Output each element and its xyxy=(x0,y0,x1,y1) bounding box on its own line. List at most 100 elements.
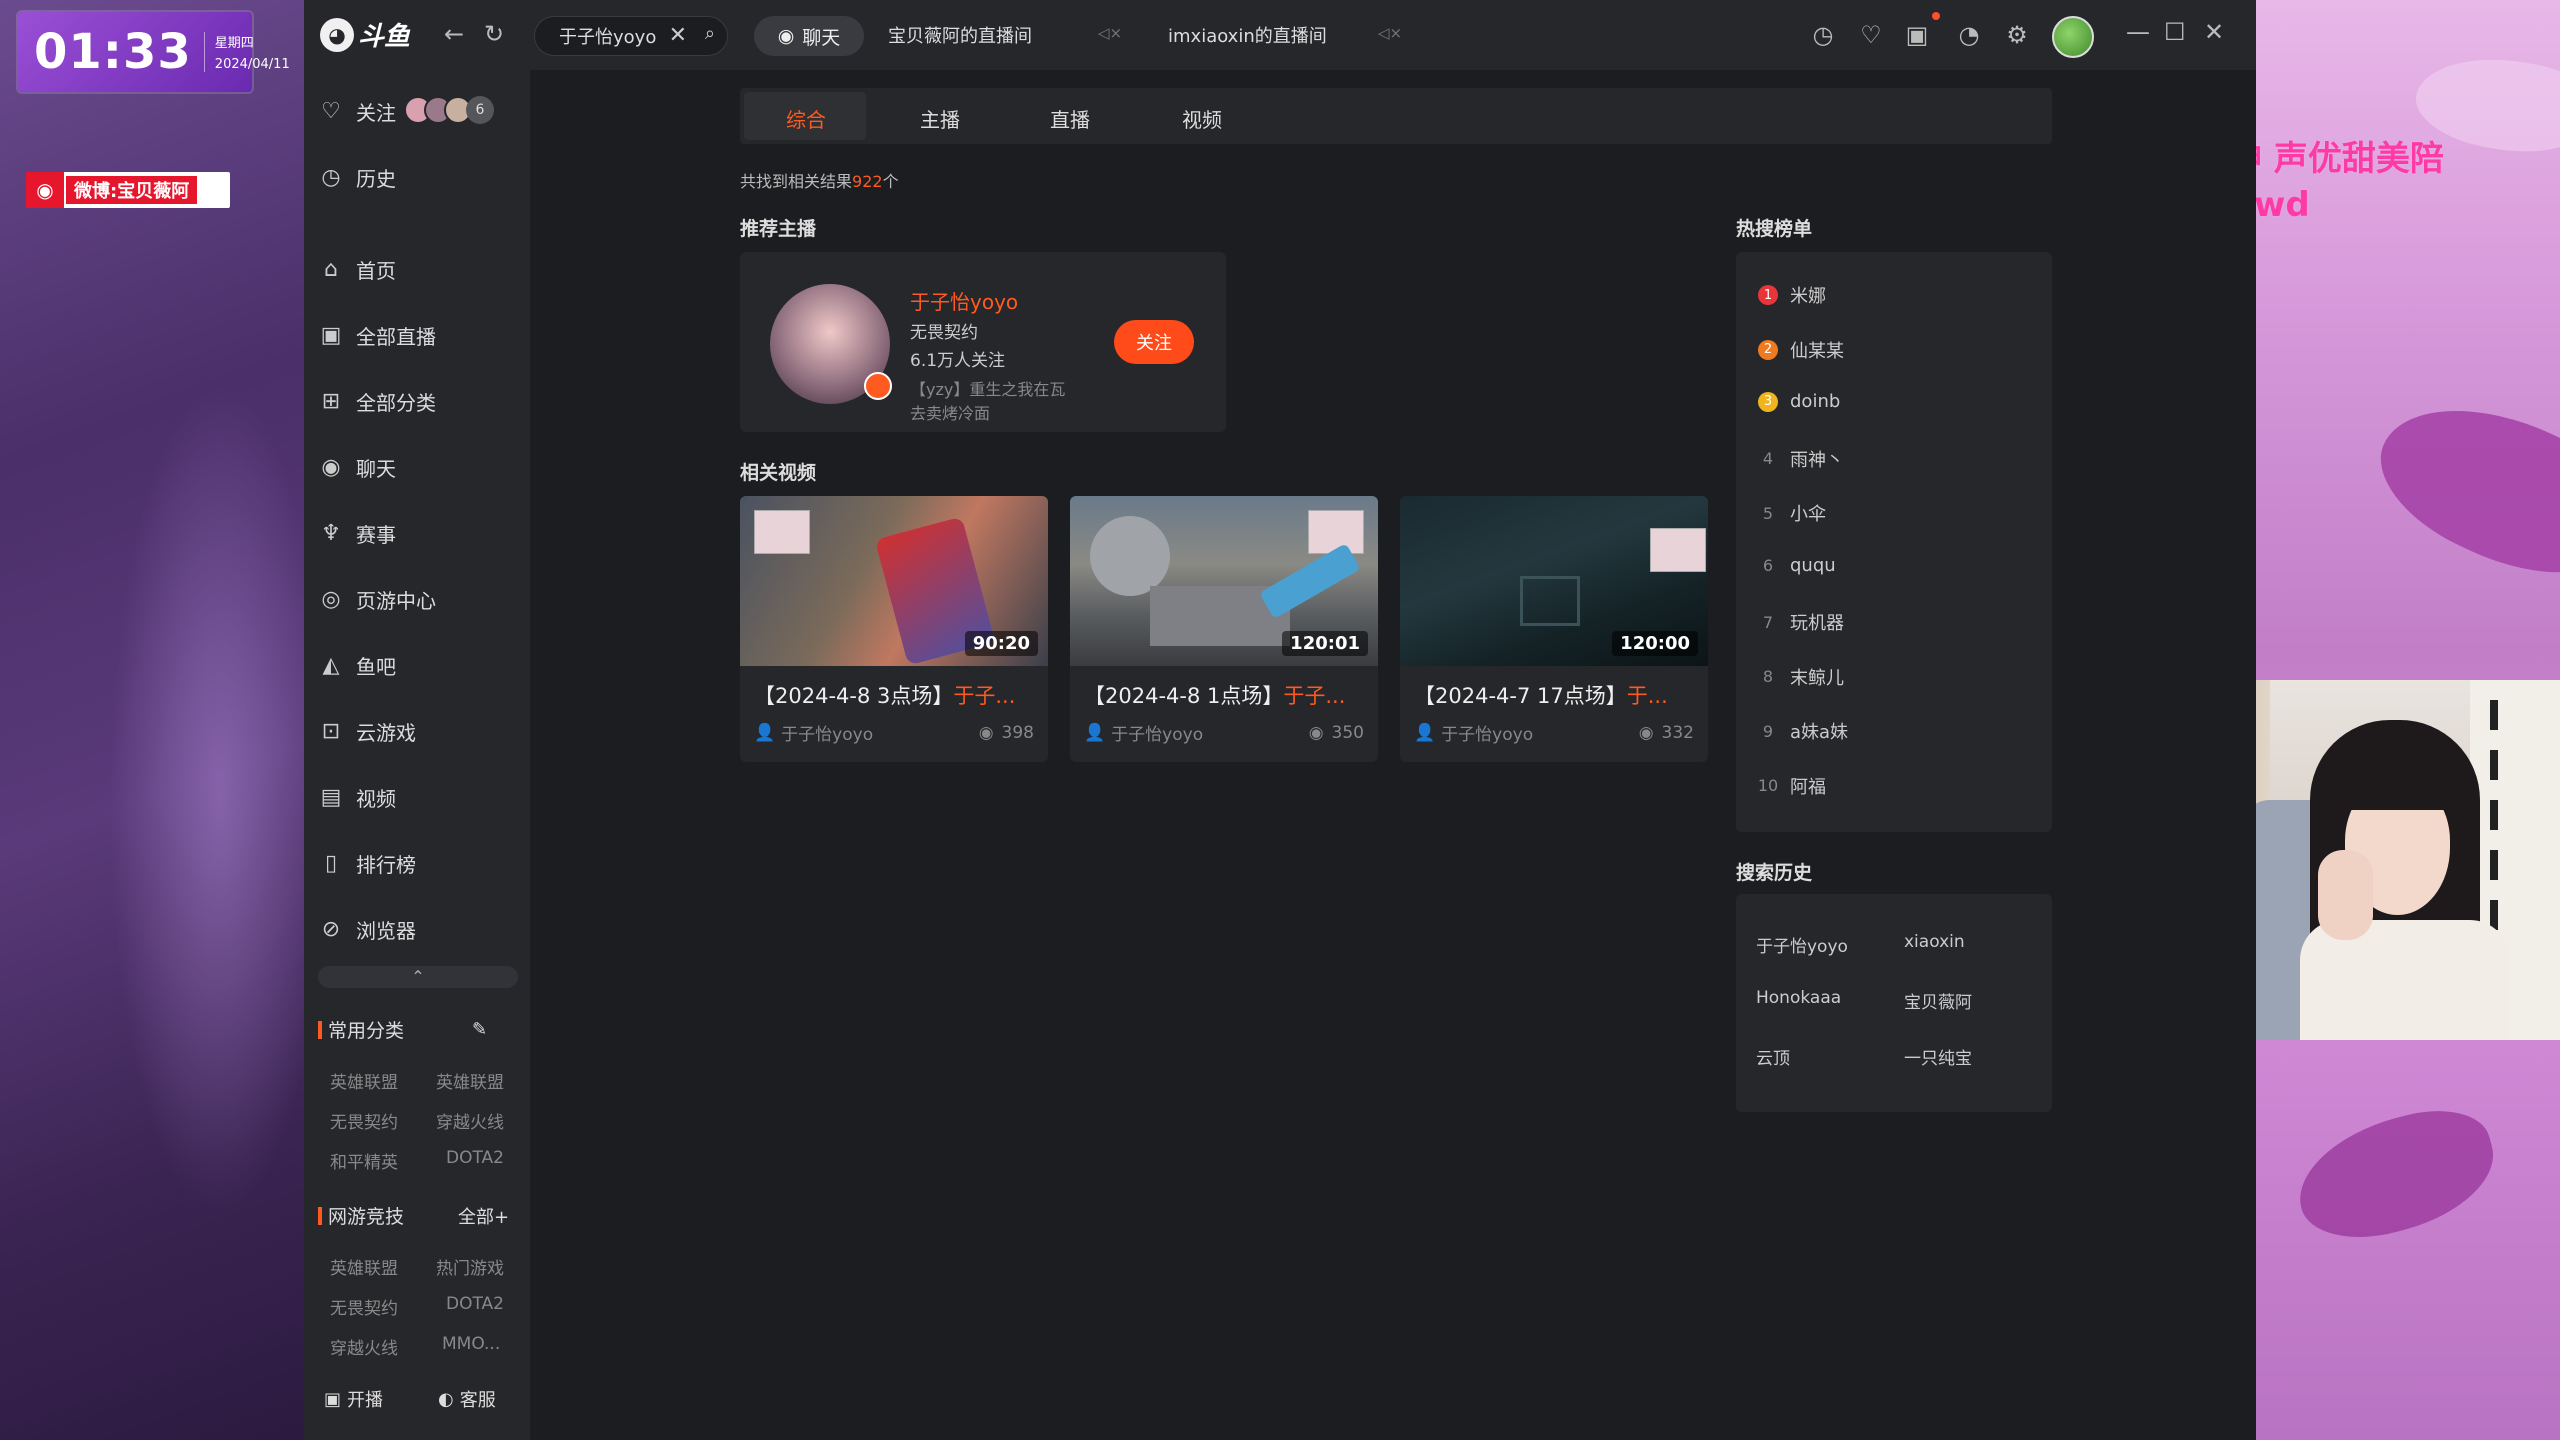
search-icon[interactable]: ⌕ xyxy=(705,23,715,44)
leaf-browser-icon: ⊘ xyxy=(321,916,341,942)
rank-badge: 8 xyxy=(1762,667,1774,686)
customer-service-button[interactable]: ◐ 客服 xyxy=(438,1386,496,1412)
sidebar-item-cloud-games[interactable]: ⊡ 云游戏 xyxy=(318,716,416,746)
video-author[interactable]: 👤 于子怡yoyo xyxy=(754,720,873,746)
video-title[interactable]: 【2024-4-8 3点场】于子... xyxy=(754,680,1034,710)
hot-search-item[interactable]: 6 ququ xyxy=(1758,555,1836,576)
sidebar-item-chat[interactable]: ◉ 聊天 xyxy=(318,452,396,482)
message-icon[interactable]: ◔ xyxy=(1954,20,1984,50)
settings-gear-icon[interactable]: ⚙ xyxy=(2002,20,2032,50)
minimize-icon[interactable]: — xyxy=(2126,18,2150,46)
sidebar-item-fishbar[interactable]: ◭ 鱼吧 xyxy=(318,650,396,680)
video-thumbnail[interactable]: 120:00 xyxy=(1400,496,1708,666)
sidebar-item-events[interactable]: ♆ 赛事 xyxy=(318,518,396,548)
sidebar-item-web-games[interactable]: ◎ 页游中心 xyxy=(318,584,436,614)
hot-search-item[interactable]: 8 末鲸儿 xyxy=(1758,664,1844,690)
sidebar-item-history[interactable]: ◷ 历史 xyxy=(318,162,396,192)
calendar-check-icon[interactable]: ▣ xyxy=(1902,20,1932,50)
tab-videos[interactable]: 视频 xyxy=(1182,104,1222,133)
user-avatar[interactable] xyxy=(2052,16,2094,58)
sidebar-item-follow[interactable]: ♡ 关注 xyxy=(318,96,396,126)
sidebar-item-all-categories[interactable]: ⊞ 全部分类 xyxy=(318,386,436,416)
category-item[interactable]: 英雄联盟 xyxy=(330,1254,398,1279)
video-author[interactable]: 👤 于子怡yoyo xyxy=(1084,720,1203,746)
hot-search-item[interactable]: 1 米娜 xyxy=(1758,282,1826,308)
video-title[interactable]: 【2024-4-8 1点场】于子... xyxy=(1084,680,1364,710)
collapse-sidebar-button[interactable]: ⌃ xyxy=(318,966,518,988)
hot-search-item[interactable]: 2 仙某某 xyxy=(1758,337,1844,363)
douyu-logo[interactable]: ◕ 斗鱼 xyxy=(320,16,410,53)
hot-search-list: 1 米娜 2 仙某某 3 doinb 4 雨神丶 5 小伞 6 ququ 7 玩机器 8 末鲸儿 9 a妹a妹 10… xyxy=(1736,252,2052,832)
sidebar-item-rankings[interactable]: ▯ 排行榜 xyxy=(318,848,416,878)
video-card[interactable]: 120:01 【2024-4-8 1点场】于子... 👤 于子怡yoyo ◉ 350 xyxy=(1070,496,1378,762)
category-item[interactable]: 热门游戏 xyxy=(436,1254,504,1279)
category-item[interactable]: 英雄联盟 xyxy=(330,1068,398,1093)
hot-search-item[interactable]: 5 小伞 xyxy=(1758,500,1826,526)
tab-streamers[interactable]: 主播 xyxy=(920,104,960,133)
online-games-all-link[interactable]: 全部+ xyxy=(458,1203,509,1229)
sidebar-item-videos[interactable]: ▤ 视频 xyxy=(318,782,396,812)
hot-search-name: 阿福 xyxy=(1790,776,1826,798)
category-item[interactable]: DOTA2 xyxy=(446,1148,504,1168)
hot-search-item[interactable]: 4 雨神丶 xyxy=(1758,446,1844,472)
history-item[interactable]: xiaoxin xyxy=(1904,932,1965,952)
hot-search-name: 玩机器 xyxy=(1790,613,1844,634)
followed-avatars[interactable]: 6 xyxy=(404,96,494,124)
video-card[interactable]: 90:20 【2024-4-8 3点场】于子... 👤 于子怡yoyo ◉ 398 xyxy=(740,496,1048,762)
maximize-icon[interactable]: ☐ xyxy=(2164,18,2186,46)
category-item[interactable]: MMO... xyxy=(442,1334,500,1354)
back-arrow-icon[interactable]: ← xyxy=(444,20,464,48)
category-item[interactable]: 穿越火线 xyxy=(330,1334,398,1359)
window-close-icon[interactable]: ✕ xyxy=(2204,18,2224,46)
home-icon: ⌂ xyxy=(324,256,338,282)
search-tab[interactable]: 于子怡yoyo ✕ ⌕ xyxy=(534,16,728,56)
rank-badge: 6 xyxy=(1762,555,1774,575)
category-item[interactable]: 英雄联盟 xyxy=(436,1068,504,1093)
follow-button[interactable]: 关注 xyxy=(1114,320,1194,364)
streamer-name[interactable]: 于子怡yoyo xyxy=(910,286,1018,315)
mute-icon[interactable]: ◁× xyxy=(1098,24,1122,42)
video-card[interactable]: 120:00 【2024-4-7 17点场】于... 👤 于子怡yoyo ◉ 332 xyxy=(1400,496,1708,762)
video-author-name: 于子怡yoyo xyxy=(1441,725,1534,745)
sidebar-item-label: 排行榜 xyxy=(356,852,416,877)
category-item[interactable]: 无畏契约 xyxy=(330,1108,398,1133)
start-live-button[interactable]: ▣ 开播 xyxy=(324,1386,383,1412)
sidebar-item-browser[interactable]: ⊘ 浏览器 xyxy=(318,914,416,944)
result-tabs: 综合 主播 直播 视频 xyxy=(740,88,2052,144)
category-item[interactable]: 穿越火线 xyxy=(436,1108,504,1133)
video-thumbnail[interactable]: 120:01 xyxy=(1070,496,1378,666)
room-tab-2[interactable]: imxiaoxin的直播间 xyxy=(1168,22,1327,48)
video-author[interactable]: 👤 于子怡yoyo xyxy=(1414,720,1534,746)
refresh-icon[interactable]: ↻ xyxy=(484,20,504,48)
hot-search-item[interactable]: 7 玩机器 xyxy=(1758,609,1844,635)
close-icon[interactable]: ✕ xyxy=(669,23,687,48)
mute-icon-2[interactable]: ◁× xyxy=(1378,24,1402,42)
rank-badge: 3 xyxy=(1758,391,1778,412)
category-item[interactable]: 无畏契约 xyxy=(330,1294,398,1319)
accent-bar xyxy=(318,1020,322,1039)
history-item[interactable]: 于子怡yoyo xyxy=(1756,932,1848,957)
chat-tab[interactable]: ◉ 聊天 xyxy=(754,16,864,56)
room-tab-1[interactable]: 宝贝薇阿的直播间 xyxy=(888,22,1032,48)
history-item[interactable]: Honokaaa xyxy=(1756,988,1841,1008)
history-item[interactable]: 一只纯宝 xyxy=(1904,1044,1972,1069)
heart-icon[interactable]: ♡ xyxy=(1856,20,1886,50)
edit-icon[interactable]: ✎ xyxy=(472,1019,487,1040)
hot-search-item[interactable]: 9 a妹a妹 xyxy=(1758,718,1848,744)
hot-search-item[interactable]: 10 阿福 xyxy=(1758,773,1826,799)
tab-overview[interactable]: 综合 xyxy=(786,104,826,133)
hot-search-item[interactable]: 3 doinb xyxy=(1758,391,1840,412)
tab-live[interactable]: 直播 xyxy=(1050,104,1090,133)
history-clock-icon[interactable]: ◷ xyxy=(1808,20,1838,50)
history-item[interactable]: 宝贝薇阿 xyxy=(1904,988,1972,1013)
fish-logo-icon: ◕ xyxy=(320,17,354,52)
category-item[interactable]: DOTA2 xyxy=(446,1294,504,1314)
category-item[interactable]: 和平精英 xyxy=(330,1148,398,1173)
video-title[interactable]: 【2024-4-7 17点场】于... xyxy=(1414,680,1694,710)
history-item[interactable]: 云顶 xyxy=(1756,1044,1790,1069)
streamer-avatar[interactable] xyxy=(770,284,892,404)
sidebar-item-all-live[interactable]: ▣ 全部直播 xyxy=(318,320,436,350)
streamer-card[interactable]: 于子怡yoyo 无畏契约 6.1万人关注 【yzy】重生之我在瓦去卖烤冷面 关注 xyxy=(740,252,1226,432)
sidebar-item-home[interactable]: ⌂ 首页 xyxy=(318,254,396,284)
video-thumbnail[interactable]: 90:20 xyxy=(740,496,1048,666)
